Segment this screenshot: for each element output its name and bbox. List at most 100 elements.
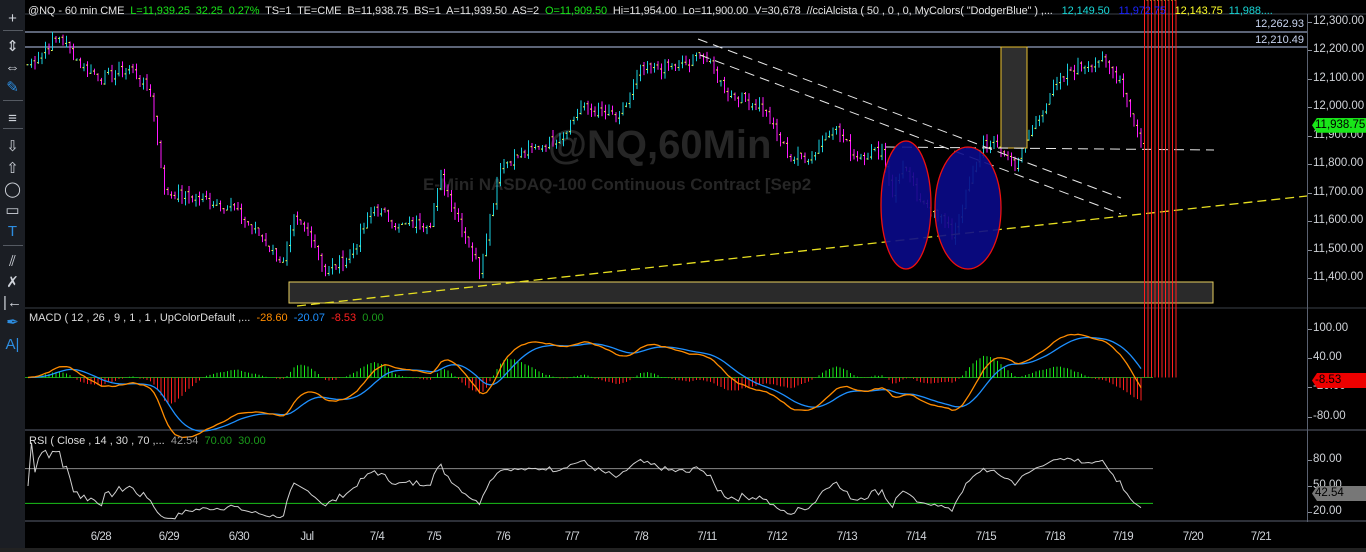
price-bar [877,141,879,160]
axis-tick-mark [1308,357,1312,359]
pct-change: 0.27% [228,5,260,17]
price-bar [191,195,193,203]
price-bar [285,241,288,266]
price-bar [411,217,414,228]
axis-tick-mark [1308,416,1312,418]
price-bar [320,253,323,272]
price-bar [509,160,512,167]
price-bar [625,102,627,108]
price-bar [660,63,662,80]
date-label: 7/8 [633,531,649,543]
price-bar [551,130,554,147]
price-bar [499,162,501,187]
price-bar [1132,113,1135,127]
high: Hi=11,954.00 [612,5,677,17]
price-bar [604,104,606,120]
price-bar [467,236,470,248]
axis-tick-mark [1308,387,1312,389]
hline-label-1: 12,262.93 [1255,18,1304,30]
rsi-axis-label: 80.00 [1313,453,1342,465]
price-bar [26,64,29,66]
price-bar [558,133,561,144]
price-bar [765,109,767,117]
date-label: 7/13 [836,531,858,543]
date-label: Jul [300,531,314,543]
indicator-value-2: 11,972.75 [1118,5,1166,17]
price-bar [54,36,57,43]
price-bar [649,62,652,74]
price-bar [257,227,260,236]
price-bar [436,187,438,211]
indicator-value-1: 12,149.50 [1061,5,1110,17]
axis-tick-mark [1308,135,1312,137]
left-shoulder-ellipse [880,140,932,270]
price-bar [33,56,36,70]
price-bar [292,214,295,237]
net-change: 32.25 [195,5,223,17]
price-axis-label: 11,400.00 [1313,270,1364,283]
price-bar [299,219,302,225]
support-zone-rectangle [288,281,1214,304]
price-bar [516,154,519,159]
price-bar [996,134,998,148]
price-bar [695,52,697,62]
price-bar [345,257,347,269]
price-bar [446,184,449,198]
price-bar [506,161,508,169]
price-axis[interactable]: 12,300.00 12,200.00 12,100.00 12,000.00 11,9… [1307,14,1366,522]
axis-tick-mark [1308,107,1312,109]
price-bar [751,103,753,111]
date-label: 6/28 [90,531,112,543]
price-bar [163,164,165,195]
price-bar [730,90,732,99]
last-price: L=11,939.25 [130,5,190,17]
rsi-line [27,442,1142,520]
price-bar [691,54,694,67]
price-bar [247,221,249,226]
price-bar [460,212,463,238]
price-bar [562,132,564,147]
rsi-legend: RSI ( Close , 14 , 30 , 70 ,... 42.54 70… [29,435,266,447]
price-bar [492,203,494,217]
chart-canvas[interactable] [0,0,1366,552]
axis-tick-mark [1308,221,1312,223]
price-bar [96,73,99,82]
price-bar [807,158,809,165]
price-bar [383,207,386,213]
rsi-overbought-value: 70.00 [204,435,233,447]
price-bar [800,152,802,160]
price-bar [457,208,459,223]
price-bar [1034,116,1037,130]
price-bar [215,199,218,206]
price-bar [47,43,50,55]
axis-tick-mark [1308,512,1312,514]
price-bar [51,31,53,51]
price-bar [30,58,32,68]
price-bar [989,140,991,154]
date-label: 7/11 [697,531,717,543]
date-label: 7/19 [1112,531,1134,543]
price-bar [327,265,330,276]
macd-signal-value: -20.07 [293,312,325,324]
axis-tick-mark [1308,164,1312,166]
price-bar [117,61,120,77]
rsi-axis-label: 20.00 [1313,505,1342,518]
price-bar [870,144,872,160]
price-bar [380,208,382,217]
rsi-label: RSI ( Close , 14 , 30 , 70 ,... [29,435,165,447]
price-bar [1045,103,1047,115]
price-bar [184,191,186,206]
right-shoulder-ellipse [934,146,1002,270]
price-bar [187,186,190,204]
price-bar [250,224,253,235]
price-bar [390,219,393,229]
price-bar [1055,76,1058,91]
price-bar [873,147,876,152]
price-bar [817,139,820,154]
price-bar [359,223,361,253]
price-bar [723,76,725,94]
price-bar [663,59,666,79]
bottom-scrollbar[interactable] [0,548,1366,552]
price-bar [75,58,78,61]
price-bar [432,203,435,228]
